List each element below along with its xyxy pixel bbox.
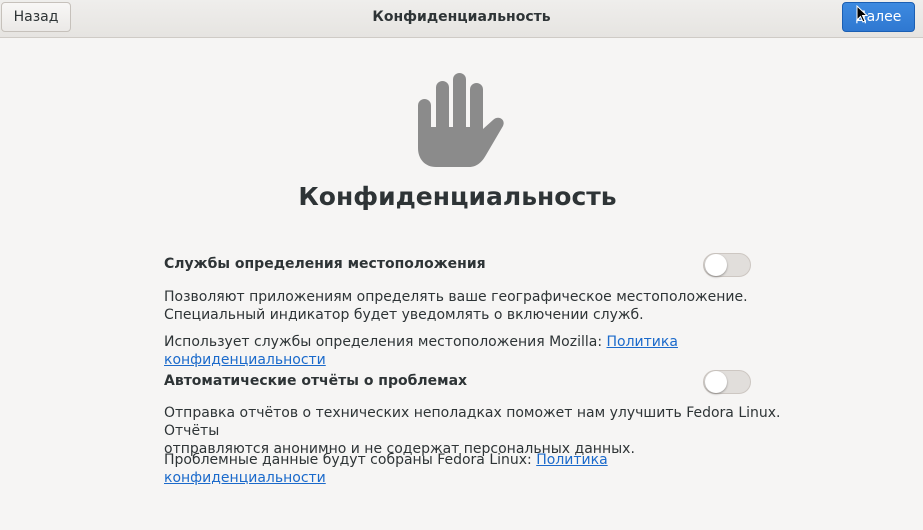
switch-knob (705, 371, 727, 393)
hand-stop-icon (418, 73, 504, 167)
location-provider-line: Использует службы определения местополож… (164, 333, 764, 369)
switch-knob (705, 254, 727, 276)
problem-reporting-switch[interactable] (703, 370, 751, 394)
mouse-pointer-icon (856, 5, 868, 23)
location-provider-text: Использует службы определения местополож… (164, 334, 607, 350)
location-services-title: Службы определения местоположения (164, 256, 486, 272)
problem-reporting-title: Автоматические отчёты о проблемах (164, 373, 468, 389)
reports-description-line-1: Отправка отчётов о технических неполадка… (164, 405, 781, 439)
location-description-line-2: Специальный индикатор будет уведомлять о… (164, 307, 644, 323)
privacy-window: Назад Конфиденциальность Далее Конфиденц… (0, 0, 923, 530)
location-description-line-1: Позволяют приложениям определять ваше ге… (164, 289, 748, 305)
location-services-description: Позволяют приложениям определять ваше ге… (164, 288, 764, 324)
next-button[interactable]: Далее (842, 2, 915, 32)
header-bar: Назад Конфиденциальность Далее (0, 0, 923, 38)
page-heading: Конфиденциальность (298, 182, 617, 211)
back-button[interactable]: Назад (1, 2, 71, 32)
problem-reporting-description: Отправка отчётов о технических неполадка… (164, 404, 784, 458)
window-title: Конфиденциальность (372, 9, 551, 25)
location-services-switch[interactable] (703, 253, 751, 277)
reports-provider-line: Проблемные данные будут собраны Fedora L… (164, 451, 764, 487)
reports-provider-text: Проблемные данные будут собраны Fedora L… (164, 452, 537, 468)
